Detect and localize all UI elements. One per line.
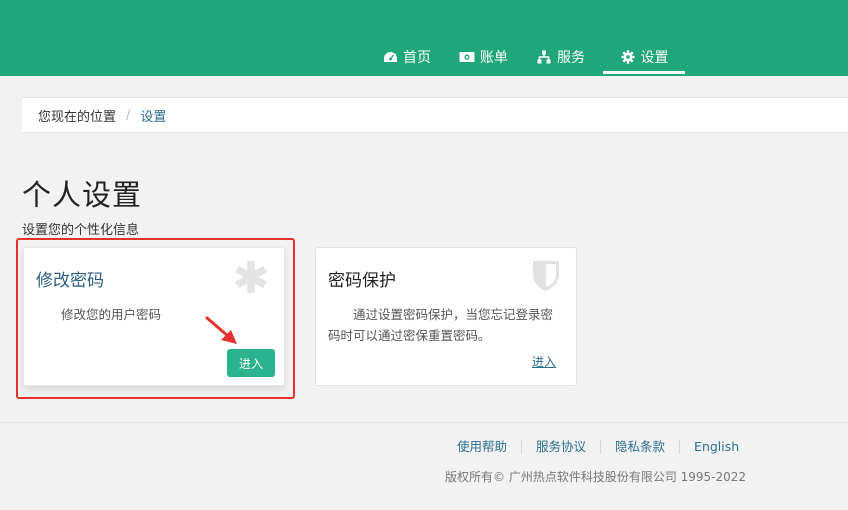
breadcrumb: 您现在的位置 / 设置 [22, 97, 848, 133]
footer-link-privacy[interactable]: 隐私条款 [601, 440, 681, 454]
nav-item-home[interactable]: 首页 [368, 40, 445, 74]
footer-links: 使用帮助 服务协议 隐私条款 English [445, 440, 753, 454]
enter-change-password-button[interactable]: 进入 [227, 349, 275, 377]
breadcrumb-separator: / [126, 107, 131, 123]
breadcrumb-current[interactable]: 设置 [140, 106, 166, 125]
breadcrumb-root: 您现在的位置 [38, 109, 117, 125]
dashboard-icon [382, 49, 398, 65]
password-protection-card: 密码保护 通过设置密码保护，当您忘记登录密码时可以通过密保重置密码。 进入 [315, 247, 577, 386]
footer-divider [0, 422, 848, 423]
sitemap-icon [536, 49, 552, 65]
footer-link-help[interactable]: 使用帮助 [445, 440, 523, 454]
nav-item-settings[interactable]: 设置 [603, 40, 685, 74]
nav-item-bill[interactable]: 账单 [445, 40, 522, 74]
footer-link-terms[interactable]: 服务协议 [522, 440, 602, 454]
asterisk-icon [234, 260, 268, 298]
nav-label: 首页 [403, 50, 431, 66]
card-title: 密码保护 [328, 271, 396, 291]
shield-icon [532, 260, 560, 296]
main-nav: 首页 账单 服务 设置 [368, 40, 685, 74]
enter-password-protection-link[interactable]: 进入 [532, 353, 556, 370]
nav-label: 账单 [480, 50, 508, 66]
change-password-card: 修改密码 修改您的用户密码 进入 [23, 247, 285, 386]
card-description: 通过设置密码保护，当您忘记登录密码时可以通过密保重置密码。 [328, 307, 554, 343]
money-icon [459, 49, 475, 65]
nav-item-service[interactable]: 服务 [522, 40, 599, 74]
page-subtitle: 设置您的个性化信息 [22, 223, 140, 238]
nav-label: 设置 [640, 50, 669, 66]
nav-label: 服务 [557, 50, 585, 66]
top-header: 首页 账单 服务 设置 [0, 0, 848, 76]
gear-icon [620, 49, 636, 65]
card-title: 修改密码 [36, 271, 104, 291]
arrow-annotation-icon [204, 315, 242, 353]
footer-link-english[interactable]: English [680, 440, 753, 454]
page-title: 个人设置 [22, 178, 143, 212]
copyright: 版权所有© 广州热点软件科技股份有限公司 1995-2022 [445, 470, 747, 484]
